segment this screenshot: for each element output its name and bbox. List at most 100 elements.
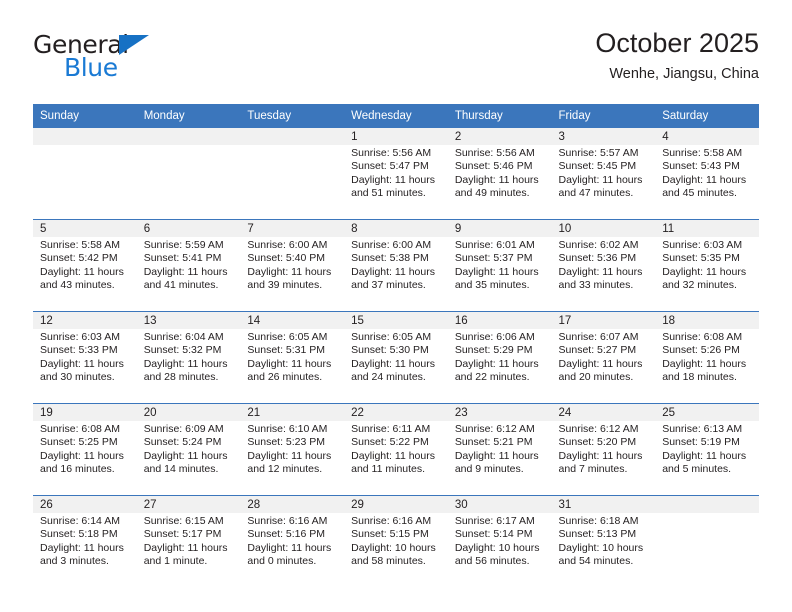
- weekday-header-wednesday: Wednesday: [344, 104, 448, 128]
- day-number: 25: [655, 403, 759, 421]
- day-cell[interactable]: Sunrise: 6:03 AM Sunset: 5:35 PM Dayligh…: [655, 237, 759, 312]
- sunset-text: Sunset: 5:19 PM: [662, 436, 740, 449]
- day-number: 28: [240, 495, 345, 513]
- day-cell[interactable]: Sunrise: 6:11 AM Sunset: 5:22 PM Dayligh…: [344, 421, 448, 496]
- day-cell[interactable]: Sunrise: 5:58 AM Sunset: 5:42 PM Dayligh…: [33, 237, 137, 312]
- daylight-text-line2: and 24 minutes.: [351, 371, 426, 384]
- day-cell[interactable]: [136, 145, 241, 220]
- sunrise-text: Sunrise: 6:02 AM: [558, 239, 639, 251]
- day-cell[interactable]: Sunrise: 6:16 AM Sunset: 5:15 PM Dayligh…: [344, 513, 448, 587]
- daylight-text-line1: Daylight: 11 hours: [351, 357, 435, 370]
- day-number: 14: [240, 311, 345, 329]
- day-cell[interactable]: Sunrise: 6:13 AM Sunset: 5:19 PM Dayligh…: [655, 421, 759, 496]
- day-cell[interactable]: Sunrise: 6:05 AM Sunset: 5:31 PM Dayligh…: [240, 329, 345, 404]
- day-number: 21: [240, 403, 345, 421]
- day-number: 20: [136, 403, 241, 421]
- day-cell[interactable]: Sunrise: 6:00 AM Sunset: 5:40 PM Dayligh…: [240, 237, 345, 312]
- day-cell[interactable]: Sunrise: 5:57 AM Sunset: 5:45 PM Dayligh…: [551, 145, 656, 220]
- sunset-text: Sunset: 5:46 PM: [454, 160, 533, 173]
- day-cell[interactable]: Sunrise: 6:03 AM Sunset: 5:33 PM Dayligh…: [33, 329, 137, 404]
- day-number: 24: [551, 403, 656, 421]
- sunset-text: Sunset: 5:36 PM: [558, 252, 637, 265]
- sunset-text: Sunset: 5:43 PM: [662, 160, 740, 173]
- sunrise-text: Sunrise: 6:01 AM: [454, 239, 535, 251]
- day-cell[interactable]: Sunrise: 6:16 AM Sunset: 5:16 PM Dayligh…: [240, 513, 345, 587]
- daylight-text-line2: and 45 minutes.: [662, 187, 737, 200]
- day-number: 11: [655, 219, 759, 237]
- day-cell[interactable]: Sunrise: 6:12 AM Sunset: 5:20 PM Dayligh…: [551, 421, 656, 496]
- weekday-header-tuesday: Tuesday: [240, 104, 345, 128]
- daylight-text-line2: and 5 minutes.: [662, 463, 732, 476]
- day-cell[interactable]: Sunrise: 5:59 AM Sunset: 5:41 PM Dayligh…: [136, 237, 241, 312]
- sunrise-text: Sunrise: 6:05 AM: [351, 331, 432, 343]
- sunrise-text: Sunrise: 5:57 AM: [558, 147, 639, 159]
- sunrise-text: Sunrise: 6:00 AM: [247, 239, 328, 251]
- day-cell[interactable]: Sunrise: 5:56 AM Sunset: 5:46 PM Dayligh…: [447, 145, 552, 220]
- day-cell[interactable]: Sunrise: 6:08 AM Sunset: 5:25 PM Dayligh…: [33, 421, 137, 496]
- day-number: 23: [447, 403, 552, 421]
- daylight-text-line1: Daylight: 11 hours: [351, 449, 435, 462]
- day-cell[interactable]: Sunrise: 6:00 AM Sunset: 5:38 PM Dayligh…: [344, 237, 448, 312]
- daylight-text-line1: Daylight: 11 hours: [662, 449, 747, 462]
- day-cell[interactable]: Sunrise: 5:58 AM Sunset: 5:43 PM Dayligh…: [655, 145, 759, 220]
- day-number: 4: [655, 128, 759, 145]
- daylight-text-line1: Daylight: 11 hours: [40, 541, 124, 554]
- day-cell[interactable]: Sunrise: 6:08 AM Sunset: 5:26 PM Dayligh…: [655, 329, 759, 404]
- day-number: 13: [136, 311, 241, 329]
- day-number: [240, 128, 345, 145]
- daylight-text-line1: Daylight: 11 hours: [558, 265, 643, 278]
- day-cell[interactable]: Sunrise: 5:56 AM Sunset: 5:47 PM Dayligh…: [344, 145, 448, 220]
- sunset-text: Sunset: 5:22 PM: [351, 436, 429, 449]
- day-number: 1: [344, 128, 448, 145]
- day-cell[interactable]: Sunrise: 6:07 AM Sunset: 5:27 PM Dayligh…: [551, 329, 656, 404]
- day-cell[interactable]: Sunrise: 6:09 AM Sunset: 5:24 PM Dayligh…: [136, 421, 241, 496]
- day-cell[interactable]: Sunrise: 6:17 AM Sunset: 5:14 PM Dayligh…: [447, 513, 552, 587]
- day-cell[interactable]: Sunrise: 6:05 AM Sunset: 5:30 PM Dayligh…: [344, 329, 448, 404]
- day-number: 18: [655, 311, 759, 329]
- sunrise-text: Sunrise: 6:03 AM: [40, 331, 120, 343]
- day-cell[interactable]: Sunrise: 6:12 AM Sunset: 5:21 PM Dayligh…: [447, 421, 552, 496]
- brand-name-blue: Blue: [64, 53, 118, 82]
- day-number: 31: [551, 495, 656, 513]
- sunrise-text: Sunrise: 6:03 AM: [662, 239, 743, 251]
- sunrise-text: Sunrise: 6:05 AM: [247, 331, 328, 343]
- daylight-text-line2: and 12 minutes.: [247, 463, 323, 476]
- day-cell[interactable]: Sunrise: 6:15 AM Sunset: 5:17 PM Dayligh…: [136, 513, 241, 587]
- calendar-table: Sunday Monday Tuesday Wednesday Thursday…: [33, 104, 759, 587]
- daylight-text-line2: and 41 minutes.: [143, 279, 219, 292]
- day-cell[interactable]: Sunrise: 6:01 AM Sunset: 5:37 PM Dayligh…: [447, 237, 552, 312]
- daylight-text-line2: and 30 minutes.: [40, 371, 115, 384]
- daylight-text-line1: Daylight: 11 hours: [454, 265, 539, 278]
- daylight-text-line1: Daylight: 11 hours: [40, 265, 124, 278]
- day-cell[interactable]: Sunrise: 6:18 AM Sunset: 5:13 PM Dayligh…: [551, 513, 656, 587]
- day-cell[interactable]: Sunrise: 6:04 AM Sunset: 5:32 PM Dayligh…: [136, 329, 241, 404]
- sunset-text: Sunset: 5:30 PM: [351, 344, 429, 357]
- weekday-header-sunday: Sunday: [33, 104, 137, 128]
- daylight-text-line2: and 11 minutes.: [351, 463, 426, 476]
- day-number: 5: [33, 219, 137, 237]
- day-cell[interactable]: Sunrise: 6:14 AM Sunset: 5:18 PM Dayligh…: [33, 513, 137, 587]
- day-cell[interactable]: [33, 145, 137, 220]
- sunrise-text: Sunrise: 6:10 AM: [247, 423, 328, 435]
- sunrise-text: Sunrise: 6:07 AM: [558, 331, 639, 343]
- sunrise-text: Sunrise: 6:12 AM: [558, 423, 639, 435]
- sunrise-text: Sunrise: 6:12 AM: [454, 423, 535, 435]
- day-cell[interactable]: [240, 145, 345, 220]
- week-detail-row: Sunrise: 6:03 AM Sunset: 5:33 PM Dayligh…: [33, 329, 759, 404]
- daylight-text-line2: and 18 minutes.: [662, 371, 737, 384]
- daylight-text-line1: Daylight: 11 hours: [558, 449, 643, 462]
- day-number: 27: [136, 495, 241, 513]
- daylight-text-line1: Daylight: 11 hours: [40, 449, 124, 462]
- sunrise-text: Sunrise: 5:58 AM: [662, 147, 743, 159]
- sunset-text: Sunset: 5:18 PM: [40, 528, 118, 541]
- day-cell[interactable]: Sunrise: 6:02 AM Sunset: 5:36 PM Dayligh…: [551, 237, 656, 312]
- brand-logo[interactable]: General Blue: [33, 32, 253, 88]
- sunset-text: Sunset: 5:24 PM: [143, 436, 222, 449]
- day-cell[interactable]: Sunrise: 6:06 AM Sunset: 5:29 PM Dayligh…: [447, 329, 552, 404]
- daylight-text-line1: Daylight: 10 hours: [454, 541, 540, 554]
- sunset-text: Sunset: 5:31 PM: [247, 344, 326, 357]
- day-cell[interactable]: Sunrise: 6:10 AM Sunset: 5:23 PM Dayligh…: [240, 421, 345, 496]
- day-cell[interactable]: [655, 513, 759, 587]
- day-number: [655, 495, 759, 513]
- day-number: 6: [136, 219, 241, 237]
